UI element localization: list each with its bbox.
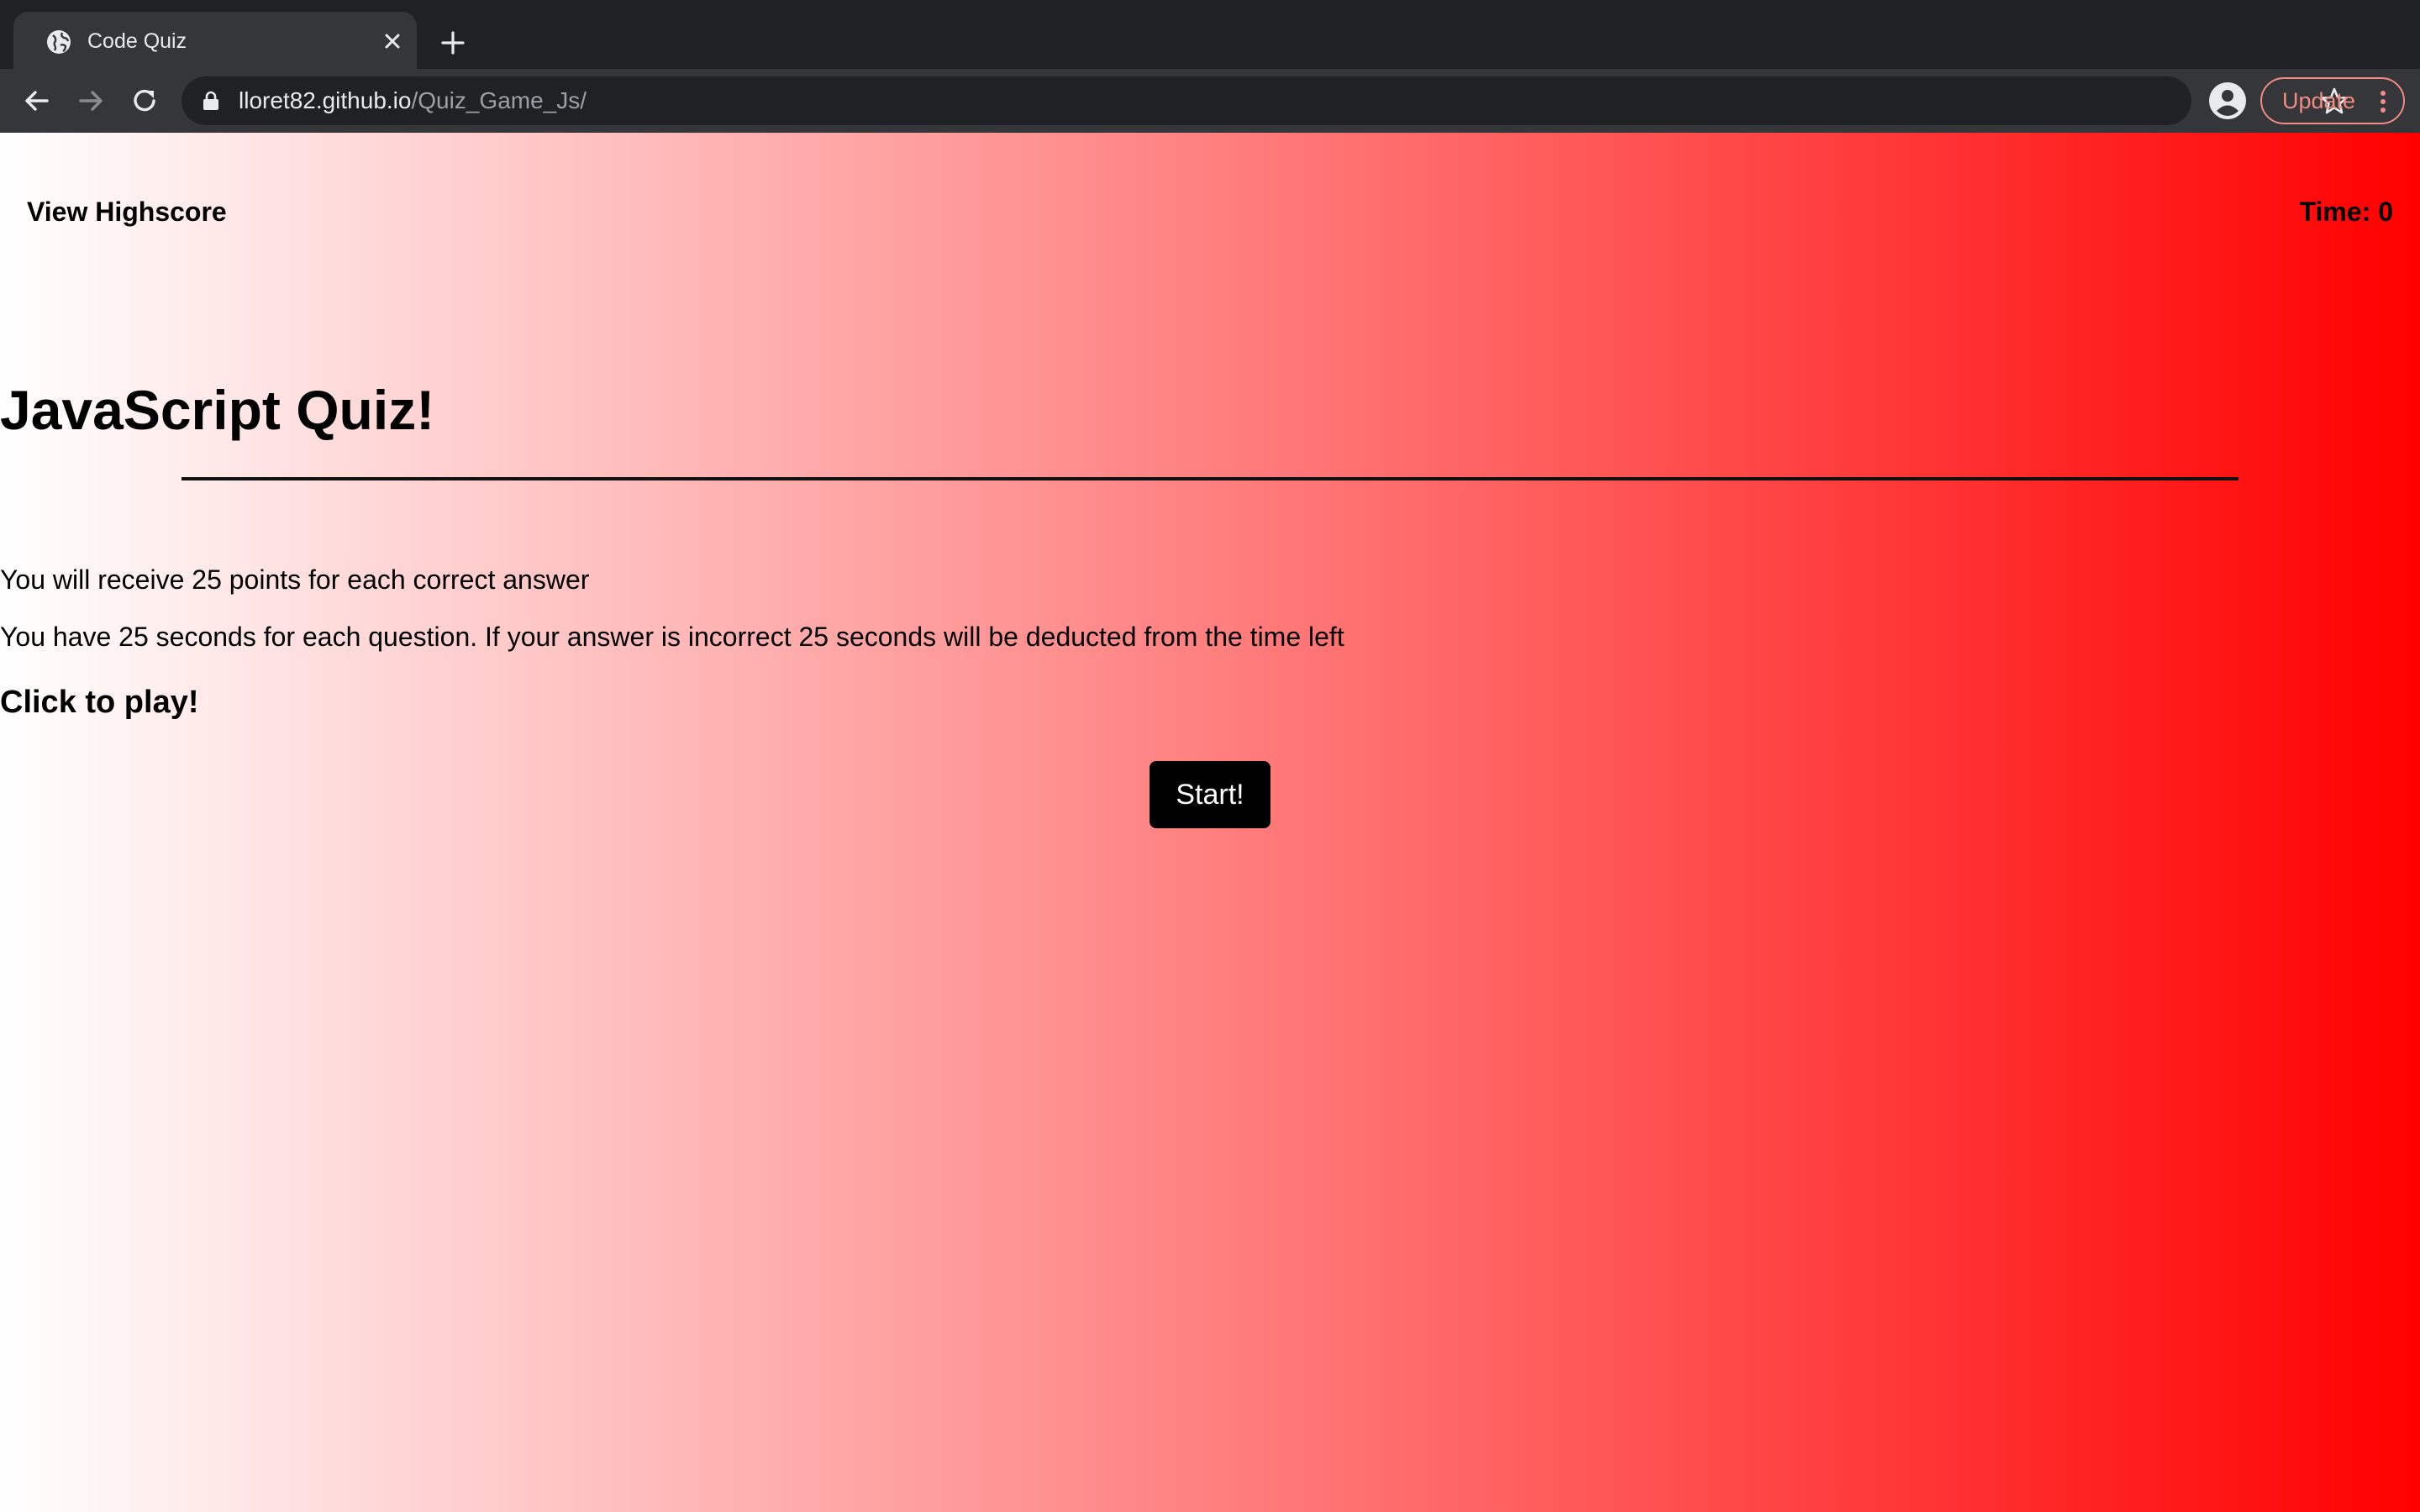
url-domain: lloret82.github.io bbox=[239, 87, 412, 113]
url-path: /Quiz_Game_Js/ bbox=[411, 87, 587, 113]
reload-icon[interactable] bbox=[126, 82, 163, 119]
click-to-play-heading: Click to play! bbox=[0, 685, 199, 720]
update-button[interactable]: Update bbox=[2260, 77, 2405, 124]
globe-icon bbox=[47, 30, 71, 54]
timer-label: Time: bbox=[2299, 197, 2379, 227]
timer-value: 0 bbox=[2378, 197, 2393, 227]
time-instruction: You have 25 seconds for each question. I… bbox=[0, 622, 1344, 652]
close-icon[interactable] bbox=[380, 29, 405, 54]
tab-title: Code Quiz bbox=[87, 29, 187, 53]
new-tab-icon[interactable] bbox=[435, 25, 471, 60]
points-instruction: You will receive 25 points for each corr… bbox=[0, 564, 590, 595]
divider bbox=[182, 477, 2238, 480]
tab-strip: Code Quiz bbox=[0, 0, 2420, 69]
view-highscore-link[interactable]: View Highscore bbox=[27, 197, 227, 228]
start-button[interactable]: Start! bbox=[1150, 761, 1270, 828]
update-label: Update bbox=[2282, 88, 2356, 113]
lock-icon[interactable] bbox=[202, 91, 220, 111]
forward-arrow-icon[interactable] bbox=[72, 82, 109, 119]
browser-toolbar: lloret82.github.io/Quiz_Game_Js/ Update bbox=[0, 69, 2420, 133]
timer: Time: 0 bbox=[2300, 197, 2393, 228]
address-bar[interactable]: lloret82.github.io/Quiz_Game_Js/ bbox=[182, 76, 2348, 125]
page-title: JavaScript Quiz! bbox=[0, 379, 435, 441]
profile-avatar-icon[interactable] bbox=[2208, 81, 2247, 120]
url-text: lloret82.github.io/Quiz_Game_Js/ bbox=[239, 87, 587, 115]
browser-tab[interactable]: Code Quiz bbox=[13, 12, 417, 69]
menu-dots-icon bbox=[2381, 91, 2386, 113]
page-viewport: View Highscore Time: 0 JavaScript Quiz! … bbox=[0, 133, 2420, 1512]
back-arrow-icon[interactable] bbox=[18, 82, 55, 119]
